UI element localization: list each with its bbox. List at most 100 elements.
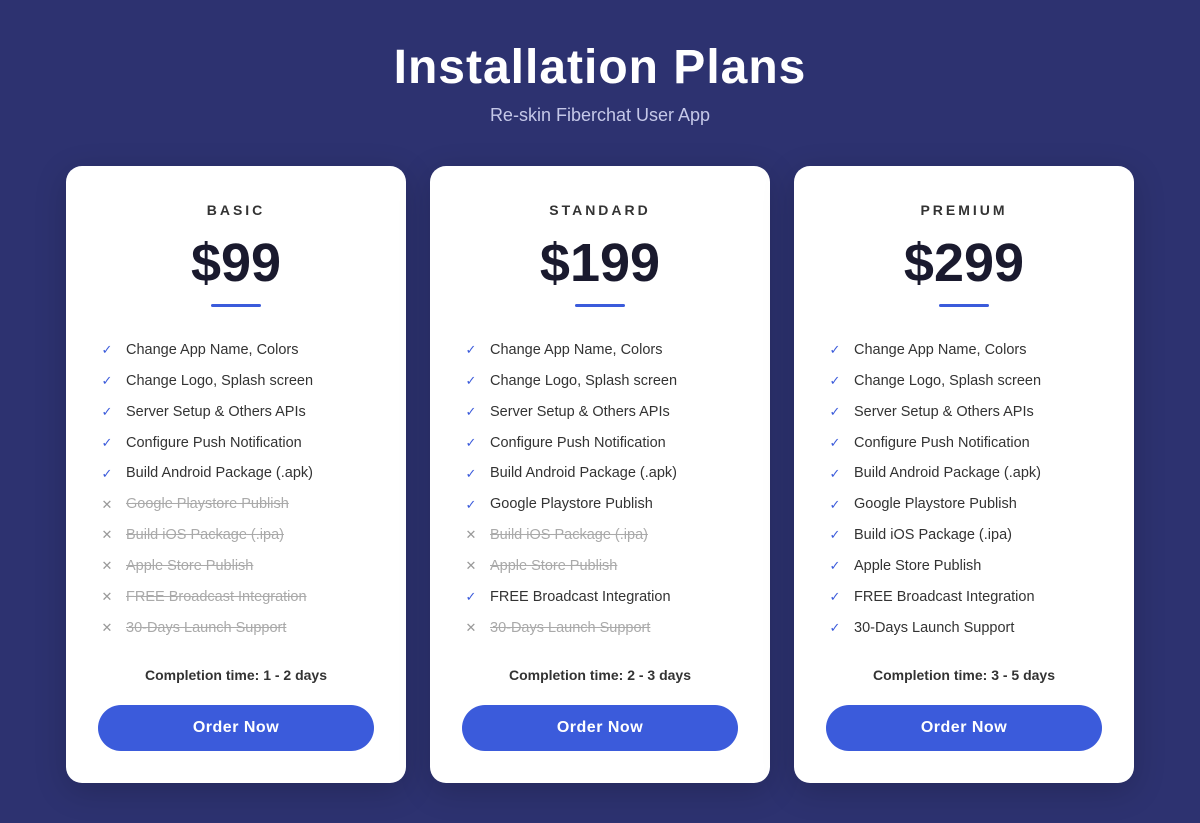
list-item: ✓ Change Logo, Splash screen (826, 366, 1102, 397)
list-item: ✕30-Days Launch Support (462, 613, 738, 644)
check-icon: ✓ (462, 403, 480, 421)
feature-text: Build iOS Package (.ipa) (854, 526, 1012, 545)
list-item: ✓ Build iOS Package (.ipa) (826, 520, 1102, 551)
list-item: ✕ FREE Broadcast Integration (98, 582, 374, 613)
feature-text: Server Setup & Others APIs (126, 403, 306, 422)
feature-text: Build Android Package (.apk) (126, 464, 313, 483)
check-icon: ✓ (826, 434, 844, 452)
check-icon: ✓ (826, 619, 844, 637)
cross-icon: ✕ (98, 619, 116, 637)
features-list-basic: ✓ Change App Name, Colors ✓ Change Logo, Sp… (98, 335, 374, 643)
check-icon: ✓ (462, 465, 480, 483)
order-button-standard[interactable]: Order Now (462, 705, 738, 751)
feature-text: 30-Days Launch Support (126, 619, 286, 638)
features-list-premium: ✓ Change App Name, Colors ✓ Change Logo, Sp… (826, 335, 1102, 643)
feature-text: Configure Push Notification (126, 434, 302, 453)
features-list-standard: ✓Change App Name, Colors✓Change Logo, Sp… (462, 335, 738, 643)
feature-text: Build iOS Package (.ipa) (490, 526, 648, 545)
feature-text: Apple Store Publish (490, 557, 617, 576)
list-item: ✓Change Logo, Splash screen (462, 366, 738, 397)
feature-text: Change Logo, Splash screen (126, 372, 313, 391)
check-icon: ✓ (826, 341, 844, 359)
order-button-premium[interactable]: Order Now (826, 705, 1102, 751)
plan-price-basic: $99 (98, 236, 374, 290)
list-item: ✓ Server Setup & Others APIs (98, 397, 374, 428)
list-item: ✓ Build Android Package (.apk) (462, 458, 738, 489)
list-item: ✕ Build iOS Package (.ipa) (462, 520, 738, 551)
check-icon: ✓ (826, 526, 844, 544)
list-item: ✓ Change Logo, Splash screen (98, 366, 374, 397)
list-item: ✕ Apple Store Publish (98, 551, 374, 582)
plan-card-basic: BASIC $99 ✓ Change App Name, Colors ✓ Change … (66, 166, 406, 783)
cross-icon: ✕ (462, 526, 480, 544)
check-icon: ✓ (98, 372, 116, 390)
list-item: ✕ 30-Days Launch Support (98, 613, 374, 644)
list-item: ✓ FREE Broadcast Integration (462, 582, 738, 613)
list-item: ✓Google Playstore Publish (826, 489, 1102, 520)
check-icon: ✓ (462, 434, 480, 452)
plan-price-premium: $299 (826, 236, 1102, 290)
cross-icon: ✕ (462, 557, 480, 575)
feature-text: Change App Name, Colors (854, 341, 1027, 360)
plan-price-standard: $199 (462, 236, 738, 290)
list-item: ✓Change App Name, Colors (462, 335, 738, 366)
feature-text: Google Playstore Publish (126, 495, 289, 514)
cross-icon: ✕ (98, 557, 116, 575)
feature-text: Change Logo, Splash screen (490, 372, 677, 391)
completion-time-standard: Completion time: 2 - 3 days (462, 667, 738, 683)
list-item: ✓ Google Playstore Publish (462, 489, 738, 520)
check-icon: ✓ (98, 403, 116, 421)
cross-icon: ✕ (98, 588, 116, 606)
cross-icon: ✕ (462, 619, 480, 637)
completion-time-basic: Completion time: 1 - 2 days (98, 667, 374, 683)
check-icon: ✓ (462, 588, 480, 606)
list-item: ✕ Apple Store Publish (462, 551, 738, 582)
feature-text: Apple Store Publish (126, 557, 253, 576)
feature-text: Google Playstore Publish (490, 495, 653, 514)
feature-text: Build Android Package (.apk) (490, 464, 677, 483)
check-icon: ✓ (98, 434, 116, 452)
check-icon: ✓ (826, 372, 844, 390)
feature-text: FREE Broadcast Integration (126, 588, 307, 607)
check-icon: ✓ (826, 403, 844, 421)
price-divider-basic (211, 304, 261, 307)
page-header: Installation Plans Re-skin Fiberchat Use… (394, 40, 807, 126)
list-item: ✓ Build Android Package (.apk) (98, 458, 374, 489)
page-subtitle: Re-skin Fiberchat User App (394, 105, 807, 126)
list-item: ✓FREE Broadcast Integration (826, 582, 1102, 613)
feature-text: Build iOS Package (.ipa) (126, 526, 284, 545)
cross-icon: ✕ (98, 496, 116, 514)
price-divider-premium (939, 304, 989, 307)
list-item: ✓ Apple Store Publish (826, 551, 1102, 582)
feature-text: FREE Broadcast Integration (854, 588, 1035, 607)
check-icon: ✓ (98, 341, 116, 359)
feature-text: Configure Push Notification (854, 434, 1030, 453)
plans-container: BASIC $99 ✓ Change App Name, Colors ✓ Change … (50, 166, 1150, 783)
check-icon: ✓ (98, 465, 116, 483)
page-title: Installation Plans (394, 40, 807, 95)
order-button-basic[interactable]: Order Now (98, 705, 374, 751)
feature-text: Google Playstore Publish (854, 495, 1017, 514)
feature-text: Apple Store Publish (854, 557, 981, 576)
plan-name-standard: STANDARD (462, 202, 738, 218)
feature-text: 30-Days Launch Support (854, 619, 1014, 638)
feature-text: Change App Name, Colors (490, 341, 663, 360)
price-divider-standard (575, 304, 625, 307)
list-item: ✓Server Setup & Others APIs (826, 397, 1102, 428)
feature-text: Change App Name, Colors (126, 341, 299, 360)
list-item: ✓ Configure Push Notification (826, 428, 1102, 459)
check-icon: ✓ (826, 557, 844, 575)
feature-text: Configure Push Notification (490, 434, 666, 453)
list-item: ✓ Change App Name, Colors (826, 335, 1102, 366)
list-item: ✓ Change App Name, Colors (98, 335, 374, 366)
feature-text: FREE Broadcast Integration (490, 588, 671, 607)
plan-card-premium: PREMIUM $299 ✓ Change App Name, Colors ✓ Chan… (794, 166, 1134, 783)
check-icon: ✓ (462, 496, 480, 514)
list-item: ✓Server Setup & Others APIs (462, 397, 738, 428)
list-item: ✓ Configure Push Notification (98, 428, 374, 459)
plan-name-basic: BASIC (98, 202, 374, 218)
list-item: ✕Build iOS Package (.ipa) (98, 520, 374, 551)
plan-name-premium: PREMIUM (826, 202, 1102, 218)
feature-text: Change Logo, Splash screen (854, 372, 1041, 391)
list-item: ✕ Google Playstore Publish (98, 489, 374, 520)
